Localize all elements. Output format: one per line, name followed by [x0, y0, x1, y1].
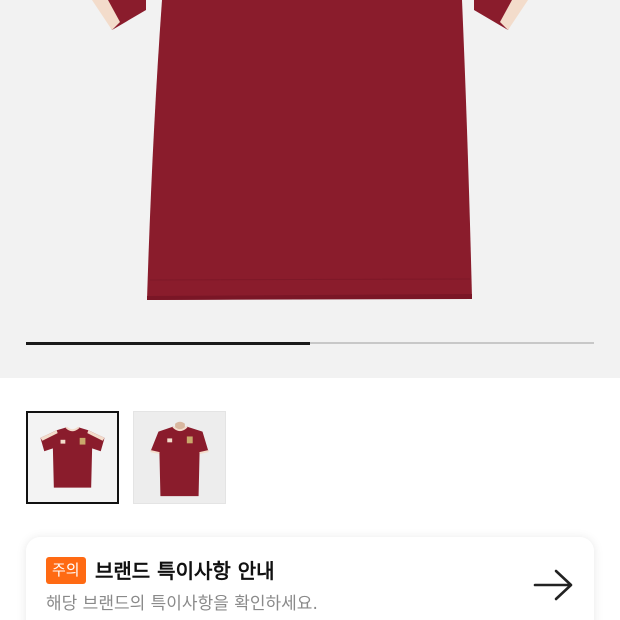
thumbnail-front[interactable] — [26, 411, 119, 504]
thumbnail-list — [26, 411, 226, 504]
product-main-image[interactable] — [0, 0, 620, 378]
gallery-progress-bar — [26, 341, 594, 345]
gallery-progress-fill — [26, 341, 310, 345]
thumbnail-model[interactable] — [133, 411, 226, 504]
arrow-right-icon[interactable] — [532, 567, 576, 603]
brand-notice-card[interactable]: 주의 브랜드 특이사항 안내 해당 브랜드의 특이사항을 확인하세요. — [26, 537, 594, 620]
notice-title: 브랜드 특이사항 안내 — [95, 559, 275, 583]
notice-subtitle: 해당 브랜드의 특이사항을 확인하세요. — [46, 594, 318, 614]
tshirt-thumbnail-image — [40, 426, 105, 488]
model-thumbnail-image — [134, 412, 225, 503]
product-image-gallery[interactable] — [0, 0, 620, 378]
notice-badge: 주의 — [46, 557, 86, 584]
